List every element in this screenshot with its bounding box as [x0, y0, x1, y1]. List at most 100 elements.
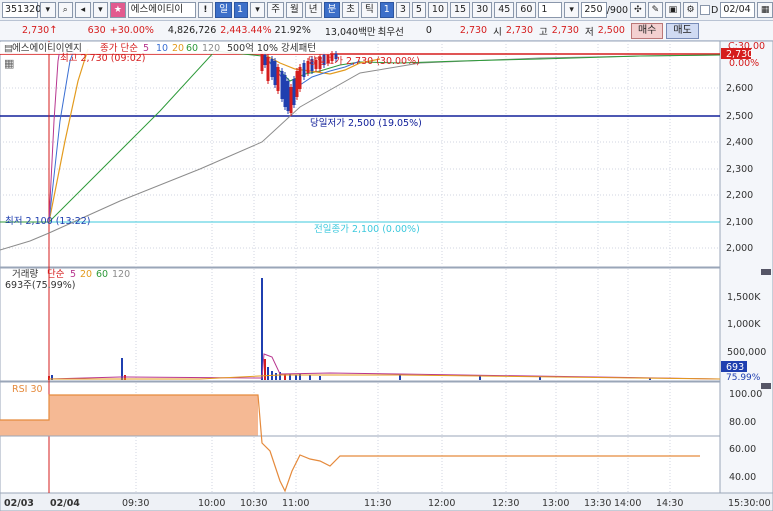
crosshair-icon[interactable]: ✣ [630, 2, 646, 18]
period-dropdown-icon[interactable]: ▾ [249, 2, 266, 18]
period-tick-button[interactable]: 틱 [361, 2, 378, 18]
minute-45-button[interactable]: 45 [494, 2, 515, 18]
volume-ma20: 20 [80, 269, 92, 280]
legend-ma120: 120 [202, 43, 220, 54]
time-tick-label: 12:30 [492, 498, 519, 509]
price-tick-label: 2,000 [726, 243, 753, 254]
favorite-icon[interactable]: ★ [110, 2, 126, 18]
price-axis-current-pct: 0.00% [729, 58, 759, 69]
time-tick-label: 13:00 [542, 498, 569, 509]
volume-ma60: 60 [96, 269, 108, 280]
trade-amount: 13,040백만 [324, 26, 376, 38]
buy-button[interactable]: 매수 [630, 22, 664, 39]
volume-bar [295, 375, 297, 380]
grid-toggle-icon[interactable]: ▦ [4, 57, 14, 70]
low-price: 2,500 [597, 25, 625, 36]
candle-body [270, 59, 274, 77]
candle-body [263, 55, 267, 65]
stock-name-field[interactable]: 에스에이티이 [127, 2, 196, 18]
candle-body [286, 81, 290, 111]
prev-close-annotation: 전일종가 2,100 (0.00%) [314, 224, 420, 235]
time-tick-label: 12:00 [428, 498, 455, 509]
volume-bar [275, 373, 277, 380]
period-month-button[interactable]: 월 [286, 2, 303, 18]
sell-button[interactable]: 매도 [666, 22, 699, 39]
minute-3-button[interactable]: 3 [395, 2, 410, 18]
candle-body [280, 71, 284, 99]
sound-icon[interactable]: ◂ [75, 2, 91, 18]
period-second-button[interactable]: 초 [342, 2, 360, 18]
rsi-panel-toggle[interactable] [761, 383, 771, 389]
save-icon[interactable]: ▣ [665, 2, 681, 18]
data-count-input[interactable]: 250 [581, 2, 607, 18]
rsi-tick-label: 100.00 [729, 389, 762, 400]
candle-body [283, 75, 287, 107]
day-period-button[interactable]: 일 [215, 2, 232, 18]
high-annotation: 최고 2,730 (09:02) [60, 53, 146, 64]
volume-bar [264, 359, 266, 380]
volume-current: 693 [726, 362, 744, 373]
rsi-tick-label: 80.00 [729, 417, 756, 428]
price-change: 630 [87, 25, 106, 36]
legend-pattern: 500억 10% 강세패턴 [227, 42, 316, 54]
volume-panel-toggle[interactable] [761, 269, 771, 275]
tools-icon[interactable]: ✎ [647, 2, 664, 18]
volume-tick-label: 500,000 [727, 347, 766, 358]
best-label: 최우선 [377, 26, 404, 38]
period-unit-field[interactable]: 1 [233, 2, 248, 18]
candle-body [266, 57, 270, 81]
code-dropdown-icon[interactable]: ▾ [40, 2, 56, 18]
price-tick-label: 2,200 [726, 190, 753, 201]
period-minute-button[interactable]: 분 [323, 2, 341, 18]
volume-value-label: 693주(75.99%) [5, 280, 76, 291]
legend-ma20: 20 [172, 43, 184, 54]
rsi-tick-label: 40.00 [729, 472, 756, 483]
legend-ma60: 60 [186, 43, 198, 54]
candle-body [295, 71, 299, 97]
low-label: 저 [584, 26, 594, 38]
volume-current-pct: 75.99% [726, 373, 761, 383]
high-price: 2,730 [551, 25, 579, 36]
sound-dropdown-icon[interactable]: ▾ [92, 2, 109, 18]
time-tick-label: 02/03 [4, 498, 34, 509]
date-checkbox[interactable] [700, 5, 710, 15]
minute-60-button[interactable]: 60 [516, 2, 537, 18]
current-price: 2,730 [22, 25, 50, 36]
calendar-icon[interactable]: ▦ [757, 2, 773, 18]
volume-bar [399, 375, 401, 380]
alert-icon[interactable]: ! [197, 2, 214, 18]
price-tick-label: 2,100 [726, 217, 753, 228]
rsi-title: RSI 30 [12, 384, 43, 395]
minute-1-button[interactable]: 1 [379, 2, 394, 18]
search-icon[interactable]: ⌕ [57, 2, 74, 18]
date-input[interactable]: 02/04 [720, 2, 756, 18]
candle-body [292, 79, 296, 105]
period-week-button[interactable]: 주 [267, 2, 285, 18]
chart-area[interactable]: ▤ 에스에이티이엔지 종가 단순 5 10 20 60 120 500억 10%… [0, 41, 773, 511]
minute-15-button[interactable]: 15 [450, 2, 471, 18]
time-tick-label: 14:30 [656, 498, 683, 509]
time-tick-label: 10:30 [240, 498, 267, 509]
volume-panel [0, 267, 721, 382]
candle-body [298, 67, 302, 89]
stock-code-input[interactable]: 351320 [2, 2, 41, 18]
time-tick-label: 11:30 [364, 498, 391, 509]
time-tick-label: 02/04 [50, 498, 80, 509]
candle-body [302, 63, 306, 77]
settings-gear-icon[interactable]: ⚙ [682, 2, 699, 18]
today-high-annotation: 당일고가 2,730 (30.00%) [308, 56, 420, 67]
interval-input[interactable]: 1 [538, 2, 562, 18]
time-tick-label: 14:00 [614, 498, 641, 509]
volume-bar [309, 375, 311, 380]
minute-30-button[interactable]: 30 [472, 2, 493, 18]
time-tick-label: 13:30 [584, 498, 611, 509]
period-year-button[interactable]: 년 [304, 2, 322, 18]
volume-tick-label: 1,500K [727, 292, 761, 303]
volume-pct: 2,443.44% [220, 25, 272, 36]
minute-5-button[interactable]: 5 [411, 2, 426, 18]
candle-body [276, 67, 280, 91]
minute-10-button[interactable]: 10 [427, 2, 449, 18]
interval-dropdown-icon[interactable]: ▾ [563, 2, 580, 18]
volume-ma5: 5 [70, 269, 76, 280]
rsi-tick-label: 60.00 [729, 444, 756, 455]
